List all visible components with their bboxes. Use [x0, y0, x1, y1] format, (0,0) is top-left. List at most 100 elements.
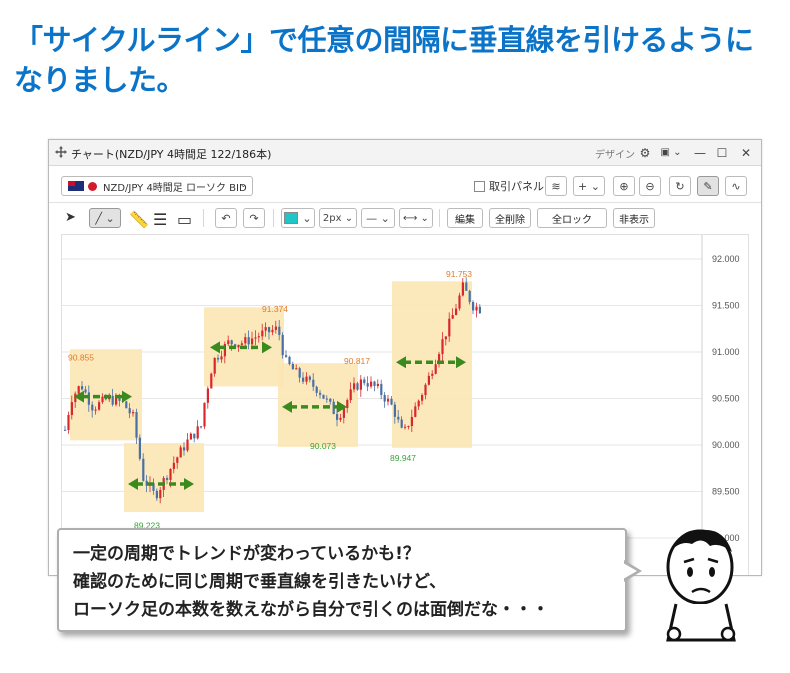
hide-button[interactable]: 非表示 — [613, 208, 655, 228]
candle-body — [81, 386, 84, 390]
line-style-select[interactable]: — ⌄ — [361, 208, 395, 228]
candle-body — [94, 409, 97, 411]
delete-all-button[interactable]: 全削除 — [489, 208, 531, 228]
bubble-line-2: 確認のために同じ周期で垂直線を引きたいけど、 — [73, 572, 447, 592]
design-link[interactable]: デザイン — [595, 146, 635, 161]
worried-person-illustration — [666, 529, 736, 642]
candle-body — [298, 368, 301, 378]
candle-body — [254, 337, 257, 339]
undo-icon[interactable]: ↶ — [215, 208, 237, 228]
high-price-label: 90.855 — [68, 352, 94, 362]
candle-body — [285, 355, 288, 357]
candle-body — [366, 383, 369, 387]
candle-body — [166, 477, 169, 480]
cursor-icon[interactable]: ➤ — [65, 210, 76, 225]
color-select[interactable]: ⌄ — [281, 208, 315, 228]
layout-menu-icon[interactable]: ▣ ⌄ — [657, 144, 685, 161]
candle-body — [237, 344, 240, 348]
line-width-select[interactable]: 2px ⌄ — [319, 208, 357, 228]
candle-body — [135, 412, 138, 438]
order-panel-checkbox[interactable] — [474, 180, 485, 192]
candle-body — [444, 336, 447, 340]
close-icon[interactable]: ✕ — [737, 144, 755, 161]
bubble-line-3: ローソク足の本数を数えながら自分で引くのは面倒だな・・・ — [73, 600, 549, 620]
candle-body — [227, 340, 230, 345]
price-chart[interactable]: 92.000 91.500 91.000 90.500 90.000 89.500 89.0… — [61, 234, 750, 576]
window-titlebar[interactable]: チャート(NZD/JPY 4時間足 122/186本) デザイン ⚙ ▣ ⌄ —… — [49, 140, 761, 166]
chart-window: チャート(NZD/JPY 4時間足 122/186本) デザイン ⚙ ▣ ⌄ —… — [48, 139, 762, 576]
candle-body — [101, 396, 104, 403]
candle-body — [64, 429, 67, 431]
candle-body — [288, 356, 291, 365]
candle-body — [434, 364, 437, 374]
high-price-label: 91.753 — [446, 269, 472, 279]
candle-body — [210, 373, 213, 389]
ruler-icon[interactable]: 📏 — [129, 210, 149, 229]
candle-body — [200, 426, 203, 428]
candle-body — [421, 395, 424, 401]
zoom-in-icon[interactable]: ⊕ — [613, 176, 635, 196]
gear-icon[interactable]: ⚙ — [637, 144, 653, 161]
headline: 「サイクルライン」で任意の間隔に垂直線を引けるように なりました。 — [14, 20, 784, 100]
jp-flag-icon — [88, 181, 97, 191]
redo-icon[interactable]: ↷ — [243, 208, 265, 228]
candle-body — [203, 402, 206, 427]
candle-body — [220, 356, 223, 360]
candle-body — [91, 404, 94, 411]
candle-body — [336, 414, 339, 420]
indicator-icon[interactable]: ≋ — [545, 176, 567, 196]
candle-body — [359, 379, 362, 390]
lock-all-button[interactable]: 全ロック — [537, 208, 607, 228]
signal-icon[interactable]: ∿ — [725, 176, 747, 196]
candle-body — [427, 375, 430, 385]
order-panel-toggle[interactable]: 取引パネル — [474, 178, 544, 194]
bubble-line-1: 一定の周期でトレンドが変わっているかも!？ — [73, 544, 420, 564]
y-axis-tick-label: 90.500 — [712, 394, 740, 404]
y-axis-tick-label: 92.000 — [712, 254, 740, 264]
candle-body — [400, 419, 403, 428]
candle-body — [295, 368, 298, 370]
high-price-label: 90.817 — [344, 356, 370, 366]
candle-body — [373, 381, 376, 387]
candle-body — [404, 426, 407, 428]
bubble-tail-inner — [623, 563, 637, 579]
candle-body — [193, 433, 196, 439]
arrow-style-select[interactable]: ⟷ ⌄ — [399, 208, 433, 228]
edit-button[interactable]: 編集 — [447, 208, 483, 228]
fibonacci-icon[interactable]: ☰ — [153, 210, 167, 229]
candle-body — [213, 357, 216, 374]
add-icon[interactable]: + ⌄ — [573, 176, 605, 196]
zoom-out-icon[interactable]: ⊖ — [639, 176, 661, 196]
candle-body — [264, 327, 267, 331]
candle-body — [251, 338, 254, 345]
candle-body — [424, 384, 427, 396]
pencil-icon[interactable]: ✎ — [697, 176, 719, 196]
candle-body — [247, 337, 250, 345]
candle-body — [393, 404, 396, 417]
high-price-label: 91.374 — [262, 304, 288, 314]
candle-body — [319, 392, 322, 395]
eraser-icon[interactable]: ▭ — [177, 210, 192, 229]
move-icon[interactable] — [55, 146, 67, 158]
price-chart-svg[interactable]: 92.00091.50091.00090.50090.00089.50089.0… — [62, 235, 750, 576]
candle-body — [356, 383, 359, 390]
candle-body — [363, 379, 366, 384]
symbol-select[interactable]: NZD/JPY 4時間足 ローソク BID ⌄ — [61, 176, 253, 196]
trendline-tool-icon[interactable]: ╱ ⌄ — [89, 208, 121, 228]
candle-body — [278, 326, 281, 335]
candle-body — [159, 489, 162, 499]
y-axis-tick-label: 89.500 — [712, 487, 740, 497]
minimize-icon[interactable]: — — [691, 144, 709, 161]
candle-body — [475, 306, 478, 311]
candle-body — [370, 381, 373, 387]
candle-body — [410, 416, 413, 427]
refresh-icon[interactable]: ↻ — [669, 176, 691, 196]
candle-body — [87, 392, 90, 405]
toolbar-separator — [203, 209, 204, 227]
candle-body — [261, 330, 264, 337]
candle-body — [244, 337, 247, 344]
speech-bubble: 一定の周期でトレンドが変わっているかも!？ 確認のために同じ周期で垂直線を引きた… — [57, 528, 627, 632]
candle-body — [441, 339, 444, 355]
candle-body — [155, 490, 158, 499]
maximize-icon[interactable]: ☐ — [713, 144, 731, 161]
